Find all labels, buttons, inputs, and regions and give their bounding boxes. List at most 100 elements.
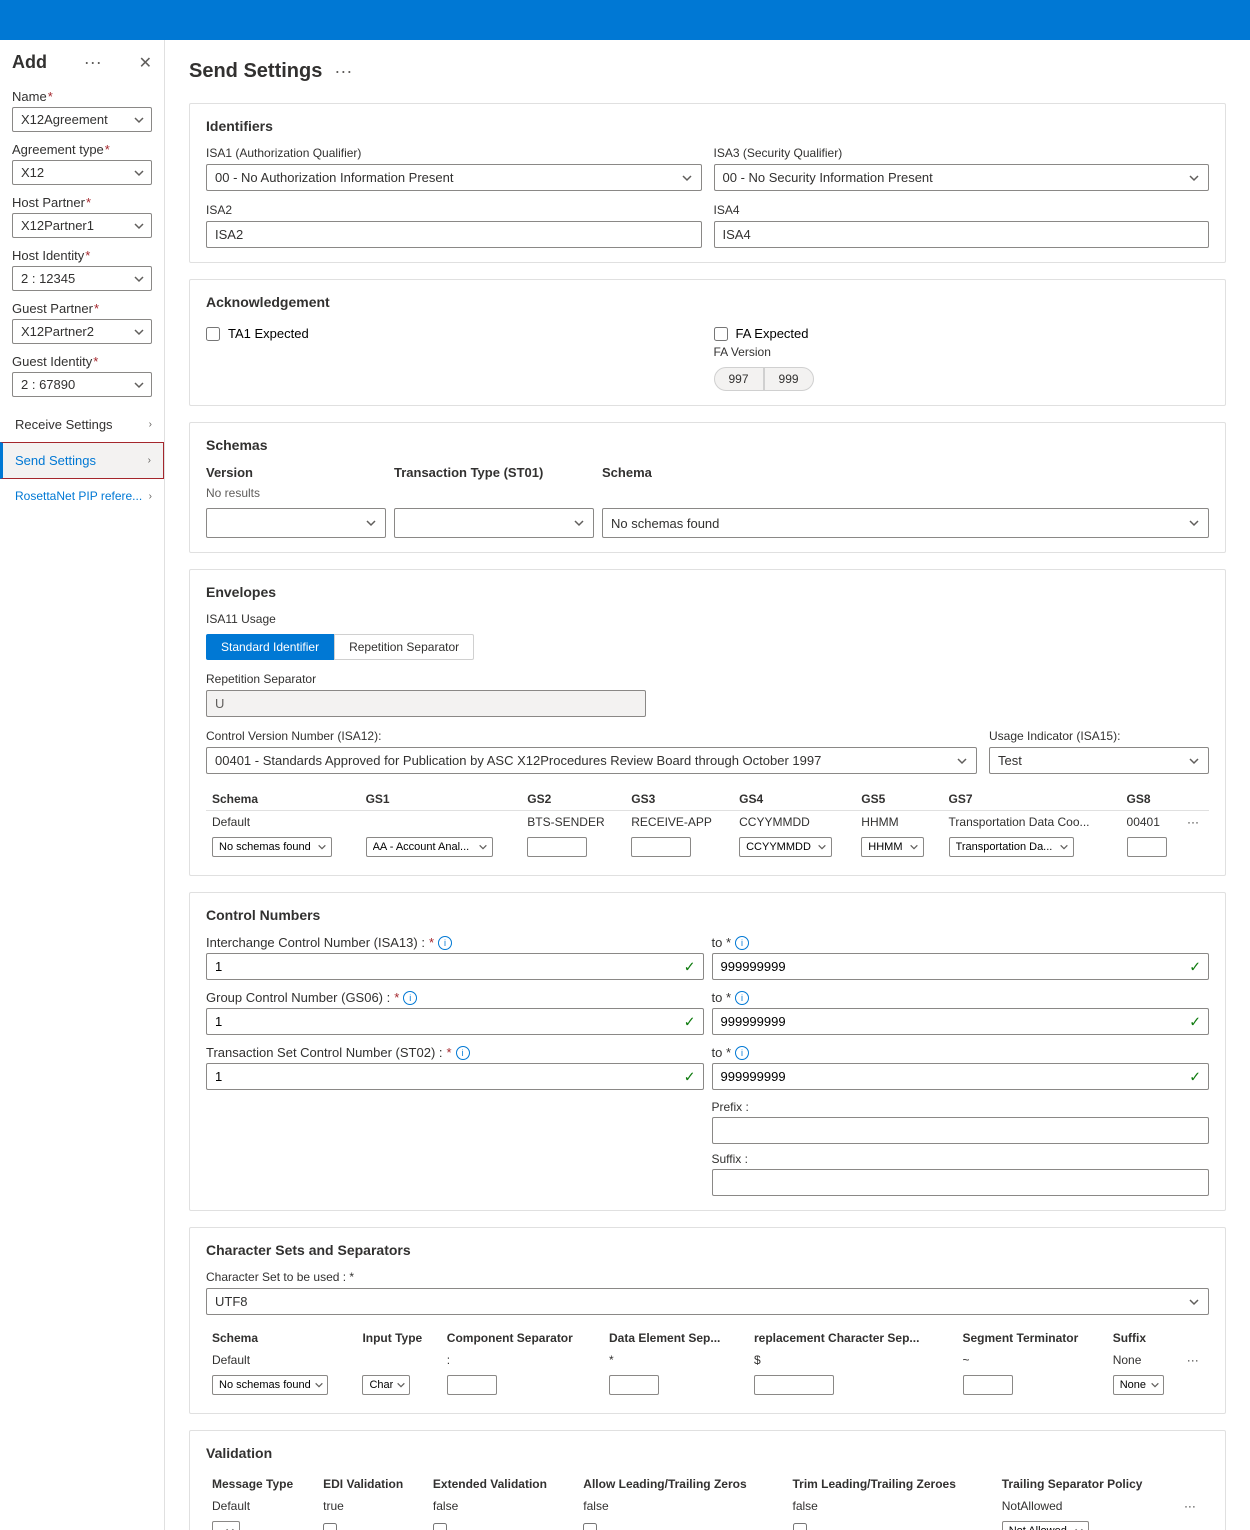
val-row-type-select[interactable] xyxy=(212,1521,240,1530)
sidebar: Add ··· ✕ Name * X12Agreement Agreement … xyxy=(0,40,165,1530)
val-col-allow-zeros: Allow Leading/Trailing Zeros xyxy=(577,1473,786,1495)
val-default-dots[interactable]: ··· xyxy=(1178,1495,1209,1517)
isa4-field: ISA4 xyxy=(714,203,1210,248)
val-row-dots-button[interactable]: ··· xyxy=(1184,1523,1198,1530)
val-col-trim-zeros: Trim Leading/Trailing Zeroes xyxy=(787,1473,996,1495)
gs-row-gs3-input[interactable] xyxy=(631,837,691,857)
isa4-input[interactable] xyxy=(714,221,1210,248)
standard-identifier-toggle[interactable]: Standard Identifier xyxy=(206,634,334,660)
gs-default-dots[interactable]: ··· xyxy=(1181,811,1209,834)
name-select[interactable]: X12Agreement xyxy=(12,107,152,132)
val-row-trailing-select[interactable]: Not Allowed xyxy=(1002,1521,1089,1530)
gcn-to-input[interactable] xyxy=(712,1008,1210,1035)
val-default-extended: false xyxy=(427,1495,577,1517)
tscn-info-icon[interactable]: i xyxy=(456,1046,470,1060)
cs-default-segment: ~ xyxy=(957,1349,1107,1371)
receive-settings-nav[interactable]: Receive Settings › xyxy=(0,407,164,442)
repetition-separator-toggle[interactable]: Repetition Separator xyxy=(334,634,474,660)
cv-field: Control Version Number (ISA12): 00401 - … xyxy=(206,729,977,774)
rep-sep-field: Repetition Separator xyxy=(206,672,1209,717)
agreement-type-select[interactable]: X12 xyxy=(12,160,152,185)
gs-default-gs8: 00401 xyxy=(1121,811,1182,834)
cs-row-replacement-input[interactable] xyxy=(754,1375,834,1395)
sidebar-close-button[interactable]: ✕ xyxy=(139,53,152,73)
gs-row-gs2-input[interactable] xyxy=(527,837,587,857)
host-partner-select[interactable]: X12Partner1 xyxy=(12,213,152,238)
rosettanet-chevron: › xyxy=(149,491,152,502)
gs-row-gs5-select[interactable]: HHMM xyxy=(861,837,924,857)
schemas-transaction-select[interactable] xyxy=(394,508,594,538)
fa-checkbox[interactable] xyxy=(714,327,728,341)
isa2-input[interactable] xyxy=(206,221,702,248)
schemas-schema-select[interactable]: No schemas found xyxy=(602,508,1209,538)
cs-row-input-select[interactable]: Char xyxy=(362,1375,410,1395)
guest-partner-select[interactable]: X12Partner2 xyxy=(12,319,152,344)
gs-col-gs7: GS7 xyxy=(943,788,1121,811)
ta1-checkbox[interactable] xyxy=(206,327,220,341)
gcn-info-icon[interactable]: i xyxy=(403,991,417,1005)
suffix-input[interactable] xyxy=(712,1169,1210,1196)
cs-row-schema-select[interactable]: No schemas found xyxy=(212,1375,328,1395)
gcn-input[interactable] xyxy=(206,1008,704,1035)
gs-col-schema: Schema xyxy=(206,788,360,811)
gs-input-row: No schemas found AA - Account Anal... xyxy=(206,833,1209,861)
sidebar-dots-menu[interactable]: ··· xyxy=(84,52,102,73)
rep-sep-input[interactable] xyxy=(206,690,646,717)
val-row-edi-checkbox[interactable] xyxy=(323,1523,337,1530)
ta1-field: TA1 Expected xyxy=(206,322,702,345)
agreement-type-field-group: Agreement type * X12 xyxy=(0,142,164,195)
isa1-select[interactable]: 00 - No Authorization Information Presen… xyxy=(206,164,702,191)
icn-input[interactable] xyxy=(206,953,704,980)
cs-row-component-input[interactable] xyxy=(447,1375,497,1395)
isa3-select[interactable]: 00 - No Security Information Present xyxy=(714,164,1210,191)
val-row-extended-checkbox[interactable] xyxy=(433,1523,447,1530)
tscn-to-info-icon[interactable]: i xyxy=(735,1046,749,1060)
schemas-title: Schemas xyxy=(206,437,1209,453)
cs-default-dots[interactable]: ··· xyxy=(1181,1349,1209,1371)
agreement-type-label: Agreement type * xyxy=(12,142,152,157)
gs-row-schema-select[interactable]: No schemas found xyxy=(212,837,332,857)
val-row-allow-checkbox[interactable] xyxy=(583,1523,597,1530)
val-row-trim-checkbox[interactable] xyxy=(793,1523,807,1530)
cs-col-input-type: Input Type xyxy=(356,1327,440,1349)
icn-to-info-icon[interactable]: i xyxy=(735,936,749,950)
fa-version-999-button[interactable]: 999 xyxy=(764,367,814,391)
cs-row-data-elem-input[interactable] xyxy=(609,1375,659,1395)
validation-table: Message Type EDI Validation Extended Val… xyxy=(206,1473,1209,1530)
fa-version-997-button[interactable]: 997 xyxy=(714,367,764,391)
cs-row-segment-input[interactable] xyxy=(963,1375,1013,1395)
prefix-input[interactable] xyxy=(712,1117,1210,1144)
gs-col-actions xyxy=(1181,788,1209,811)
tscn-to-input[interactable] xyxy=(712,1063,1210,1090)
isa1-field: ISA1 (Authorization Qualifier) 00 - No A… xyxy=(206,146,702,191)
schemas-col-schema: Schema xyxy=(602,465,1209,480)
gs-default-gs4: CCYYMMDD xyxy=(733,811,855,834)
guest-identity-select[interactable]: 2 : 67890 xyxy=(12,372,152,397)
page-dots-menu[interactable]: ··· xyxy=(334,61,352,82)
icn-to-input[interactable] xyxy=(712,953,1210,980)
identifiers-title: Identifiers xyxy=(206,118,1209,134)
icn-info-icon[interactable]: i xyxy=(438,936,452,950)
cv-select[interactable]: 00401 - Standards Approved for Publicati… xyxy=(206,747,977,774)
char-set-select[interactable]: UTF8 xyxy=(206,1288,1209,1315)
gs-row-gs7-select[interactable]: Transportation Da... xyxy=(949,837,1074,857)
gs-row-gs1-select[interactable]: AA - Account Anal... xyxy=(366,837,493,857)
host-identity-select[interactable]: 2 : 12345 xyxy=(12,266,152,291)
gs-row-gs8-input[interactable] xyxy=(1127,837,1167,857)
usage-select[interactable]: Test xyxy=(989,747,1209,774)
val-default-row: Default true false false false NotAllowe… xyxy=(206,1495,1209,1517)
schemas-version-select[interactable] xyxy=(206,508,386,538)
rosettanet-nav[interactable]: RosettaNet PIP refere... › xyxy=(0,479,164,513)
character-sets-title: Character Sets and Separators xyxy=(206,1242,1209,1258)
gs-row-gs4-select[interactable]: CCYYMMDD xyxy=(739,837,832,857)
usage-field: Usage Indicator (ISA15): Test xyxy=(989,729,1209,774)
fa-version-label: FA Version xyxy=(714,345,1210,359)
gcn-to-info-icon[interactable]: i xyxy=(735,991,749,1005)
val-default-trim: false xyxy=(787,1495,996,1517)
send-settings-nav[interactable]: Send Settings › xyxy=(0,442,164,479)
cs-default-component: : xyxy=(441,1349,603,1371)
top-bar xyxy=(0,0,1250,40)
tscn-input[interactable] xyxy=(206,1063,704,1090)
tscn-to-field: to * i ✓ xyxy=(712,1045,1210,1090)
cs-row-suffix-select[interactable]: None xyxy=(1113,1375,1164,1395)
